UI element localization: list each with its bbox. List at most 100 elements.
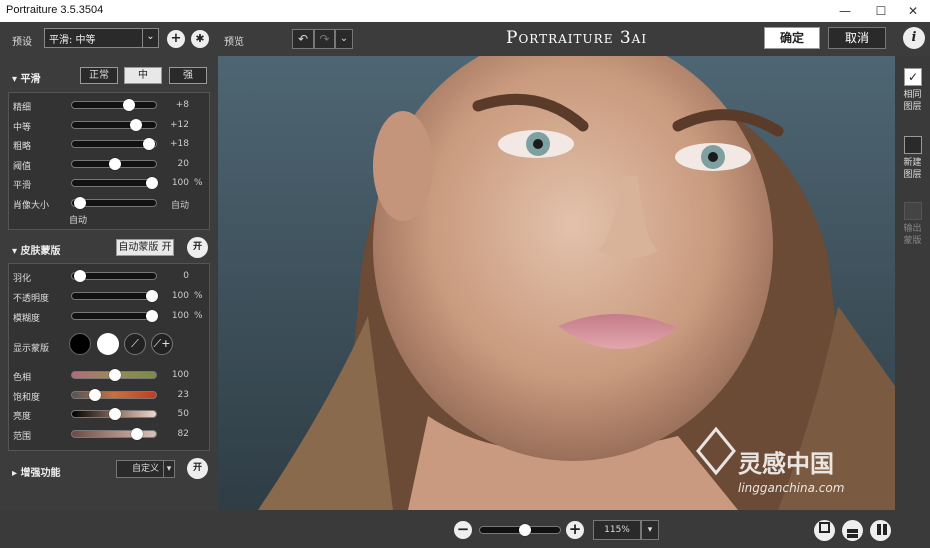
black-mask-swatch[interactable]	[69, 333, 91, 355]
enhance-section-header[interactable]: ▸ 增强功能	[12, 464, 61, 479]
slider-value: +8	[175, 100, 189, 110]
show-mask-label: 显示蒙版	[13, 344, 50, 354]
zoom-in-button[interactable]: +	[566, 521, 584, 539]
auto-mask-button[interactable]: 自动蒙版 开	[116, 239, 174, 256]
smooth-sliders-panel: 精细 +8 中等 +12 粗略 +18 阈值 20 平滑 100% 肖像大小 自动 自动	[8, 92, 210, 230]
slider-label: 阈值	[13, 161, 32, 172]
zoom-slider[interactable]	[479, 524, 561, 536]
undo-icon[interactable]: ↶	[292, 29, 314, 49]
slider-thumb[interactable]	[145, 310, 158, 322]
smooth-title: 平滑	[20, 74, 41, 85]
slider-track[interactable]	[71, 196, 157, 209]
custom-value: 自定义	[131, 464, 159, 474]
enhance-toggle-button[interactable]: 开	[187, 458, 208, 479]
slider-track[interactable]	[71, 427, 157, 440]
cancel-button[interactable]: 取消	[828, 27, 886, 49]
skin-toggle-button[interactable]: 开	[187, 237, 208, 258]
preset-select[interactable]: 平滑: 中等 ⌄	[44, 28, 159, 48]
slider-thumb[interactable]	[145, 290, 158, 302]
slider-thumb[interactable]	[73, 270, 86, 282]
watermark-url: lingganchina.com	[738, 481, 844, 495]
slider-value: +12	[170, 119, 189, 130]
slider-value: 0	[183, 271, 189, 281]
preview-label: 预览	[224, 37, 244, 48]
title-bar: Portraiture 3.5.3504 — ☐ ✕	[0, 0, 930, 22]
gear-icon[interactable]: ✱	[191, 30, 209, 48]
slider-track[interactable]	[71, 157, 157, 170]
maximize-button[interactable]: ☐	[864, 0, 898, 22]
info-icon[interactable]: i	[903, 27, 925, 49]
top-toolbar: 预设 平滑: 中等 ⌄ + ✱ 预览 ↶ ↷ ⌄ Portraiture 3ai…	[0, 22, 930, 56]
slider-label: 模糊度	[13, 314, 41, 324]
slider-thumb[interactable]	[131, 427, 144, 440]
slider-label: 粗略	[13, 142, 32, 152]
slider-label: 亮度	[13, 412, 32, 422]
slider-thumb[interactable]	[109, 369, 121, 381]
chevron-down-icon: ▾	[163, 461, 174, 477]
slider-value: 100	[171, 370, 189, 380]
slider-track[interactable]	[71, 118, 157, 131]
split-vertical-icon[interactable]	[870, 520, 891, 541]
slider-thumb[interactable]	[142, 138, 155, 150]
smooth-section-header[interactable]: ▾ 平滑	[12, 70, 41, 85]
slider-track[interactable]	[71, 290, 158, 302]
slider-track[interactable]	[71, 138, 157, 150]
ok-button[interactable]: 确定	[764, 27, 820, 49]
right-sidebar: ✓ 相同 图层 新建 图层 输出 蒙版	[895, 56, 930, 510]
minimize-button[interactable]: —	[828, 0, 862, 22]
mode-medium-button[interactable]: 中	[124, 67, 162, 84]
add-preset-button[interactable]: +	[167, 30, 185, 48]
slider-thumb[interactable]	[109, 408, 121, 420]
mode-strong-button[interactable]: 强	[169, 67, 207, 84]
slider-unit: %	[194, 291, 203, 301]
preview-canvas[interactable]: 灵感中国 lingganchina.com	[218, 56, 895, 510]
eyedropper-plus-icon[interactable]: ⟋+	[151, 333, 173, 355]
slider-track[interactable]	[71, 388, 157, 401]
slider-value: +18	[170, 139, 189, 149]
zoom-dropdown-icon[interactable]: ▾	[641, 520, 659, 540]
output-mask-checkbox[interactable]	[904, 202, 922, 220]
slider-track[interactable]	[71, 177, 158, 189]
slider-track[interactable]	[71, 408, 157, 420]
slider-unit: %	[194, 311, 203, 321]
same-layer-checkbox[interactable]: ✓	[904, 68, 922, 86]
slider-value: 23	[177, 389, 189, 400]
slider-label: 平滑	[13, 181, 32, 191]
slider-label: 饱和度	[13, 392, 41, 403]
slider-track[interactable]	[71, 99, 157, 111]
slider-thumb[interactable]	[123, 99, 136, 111]
enhance-title: 增强功能	[20, 468, 61, 479]
slider-label: 色相	[13, 373, 32, 383]
slider-value: 50	[177, 409, 189, 419]
history-dropdown-icon[interactable]: ⌄	[335, 29, 353, 49]
close-button[interactable]: ✕	[896, 0, 930, 22]
redo-icon[interactable]: ↷	[314, 29, 335, 49]
slider-track[interactable]	[71, 270, 157, 282]
slider-thumb[interactable]	[73, 196, 86, 209]
slider-thumb[interactable]	[89, 388, 101, 401]
split-horizontal-icon[interactable]	[842, 520, 863, 541]
eyedropper-icon[interactable]: ⟋	[124, 333, 146, 355]
zoom-value-field[interactable]: 115%	[593, 520, 641, 540]
single-view-icon[interactable]	[814, 520, 835, 541]
slider-label: 不透明度	[13, 294, 50, 304]
watermark-name: 灵感中国	[738, 450, 834, 478]
slider-thumb[interactable]	[145, 177, 158, 189]
slider-value: 自动	[170, 200, 189, 211]
window-title: Portraiture 3.5.3504	[6, 4, 104, 16]
white-mask-swatch[interactable]	[97, 333, 119, 355]
slider-thumb[interactable]	[129, 118, 142, 131]
slider-track[interactable]	[71, 310, 158, 322]
portrait-image: 灵感中国 lingganchina.com	[218, 56, 895, 510]
new-layer-checkbox[interactable]	[904, 136, 922, 154]
mode-normal-button[interactable]: 正常	[80, 67, 118, 84]
same-layer-label: 相同 图层	[903, 90, 922, 112]
zoom-out-button[interactable]: −	[454, 521, 472, 539]
custom-select[interactable]: 自定义 ▾	[116, 460, 175, 478]
slider-track[interactable]	[71, 369, 157, 381]
chevron-down-icon: ⌄	[142, 29, 158, 47]
preset-value: 平滑: 中等	[49, 35, 96, 46]
zoom-slider-thumb[interactable]	[518, 524, 531, 536]
skin-mask-section-header[interactable]: ▾ 皮肤蒙版	[12, 242, 61, 257]
slider-thumb[interactable]	[109, 157, 121, 170]
